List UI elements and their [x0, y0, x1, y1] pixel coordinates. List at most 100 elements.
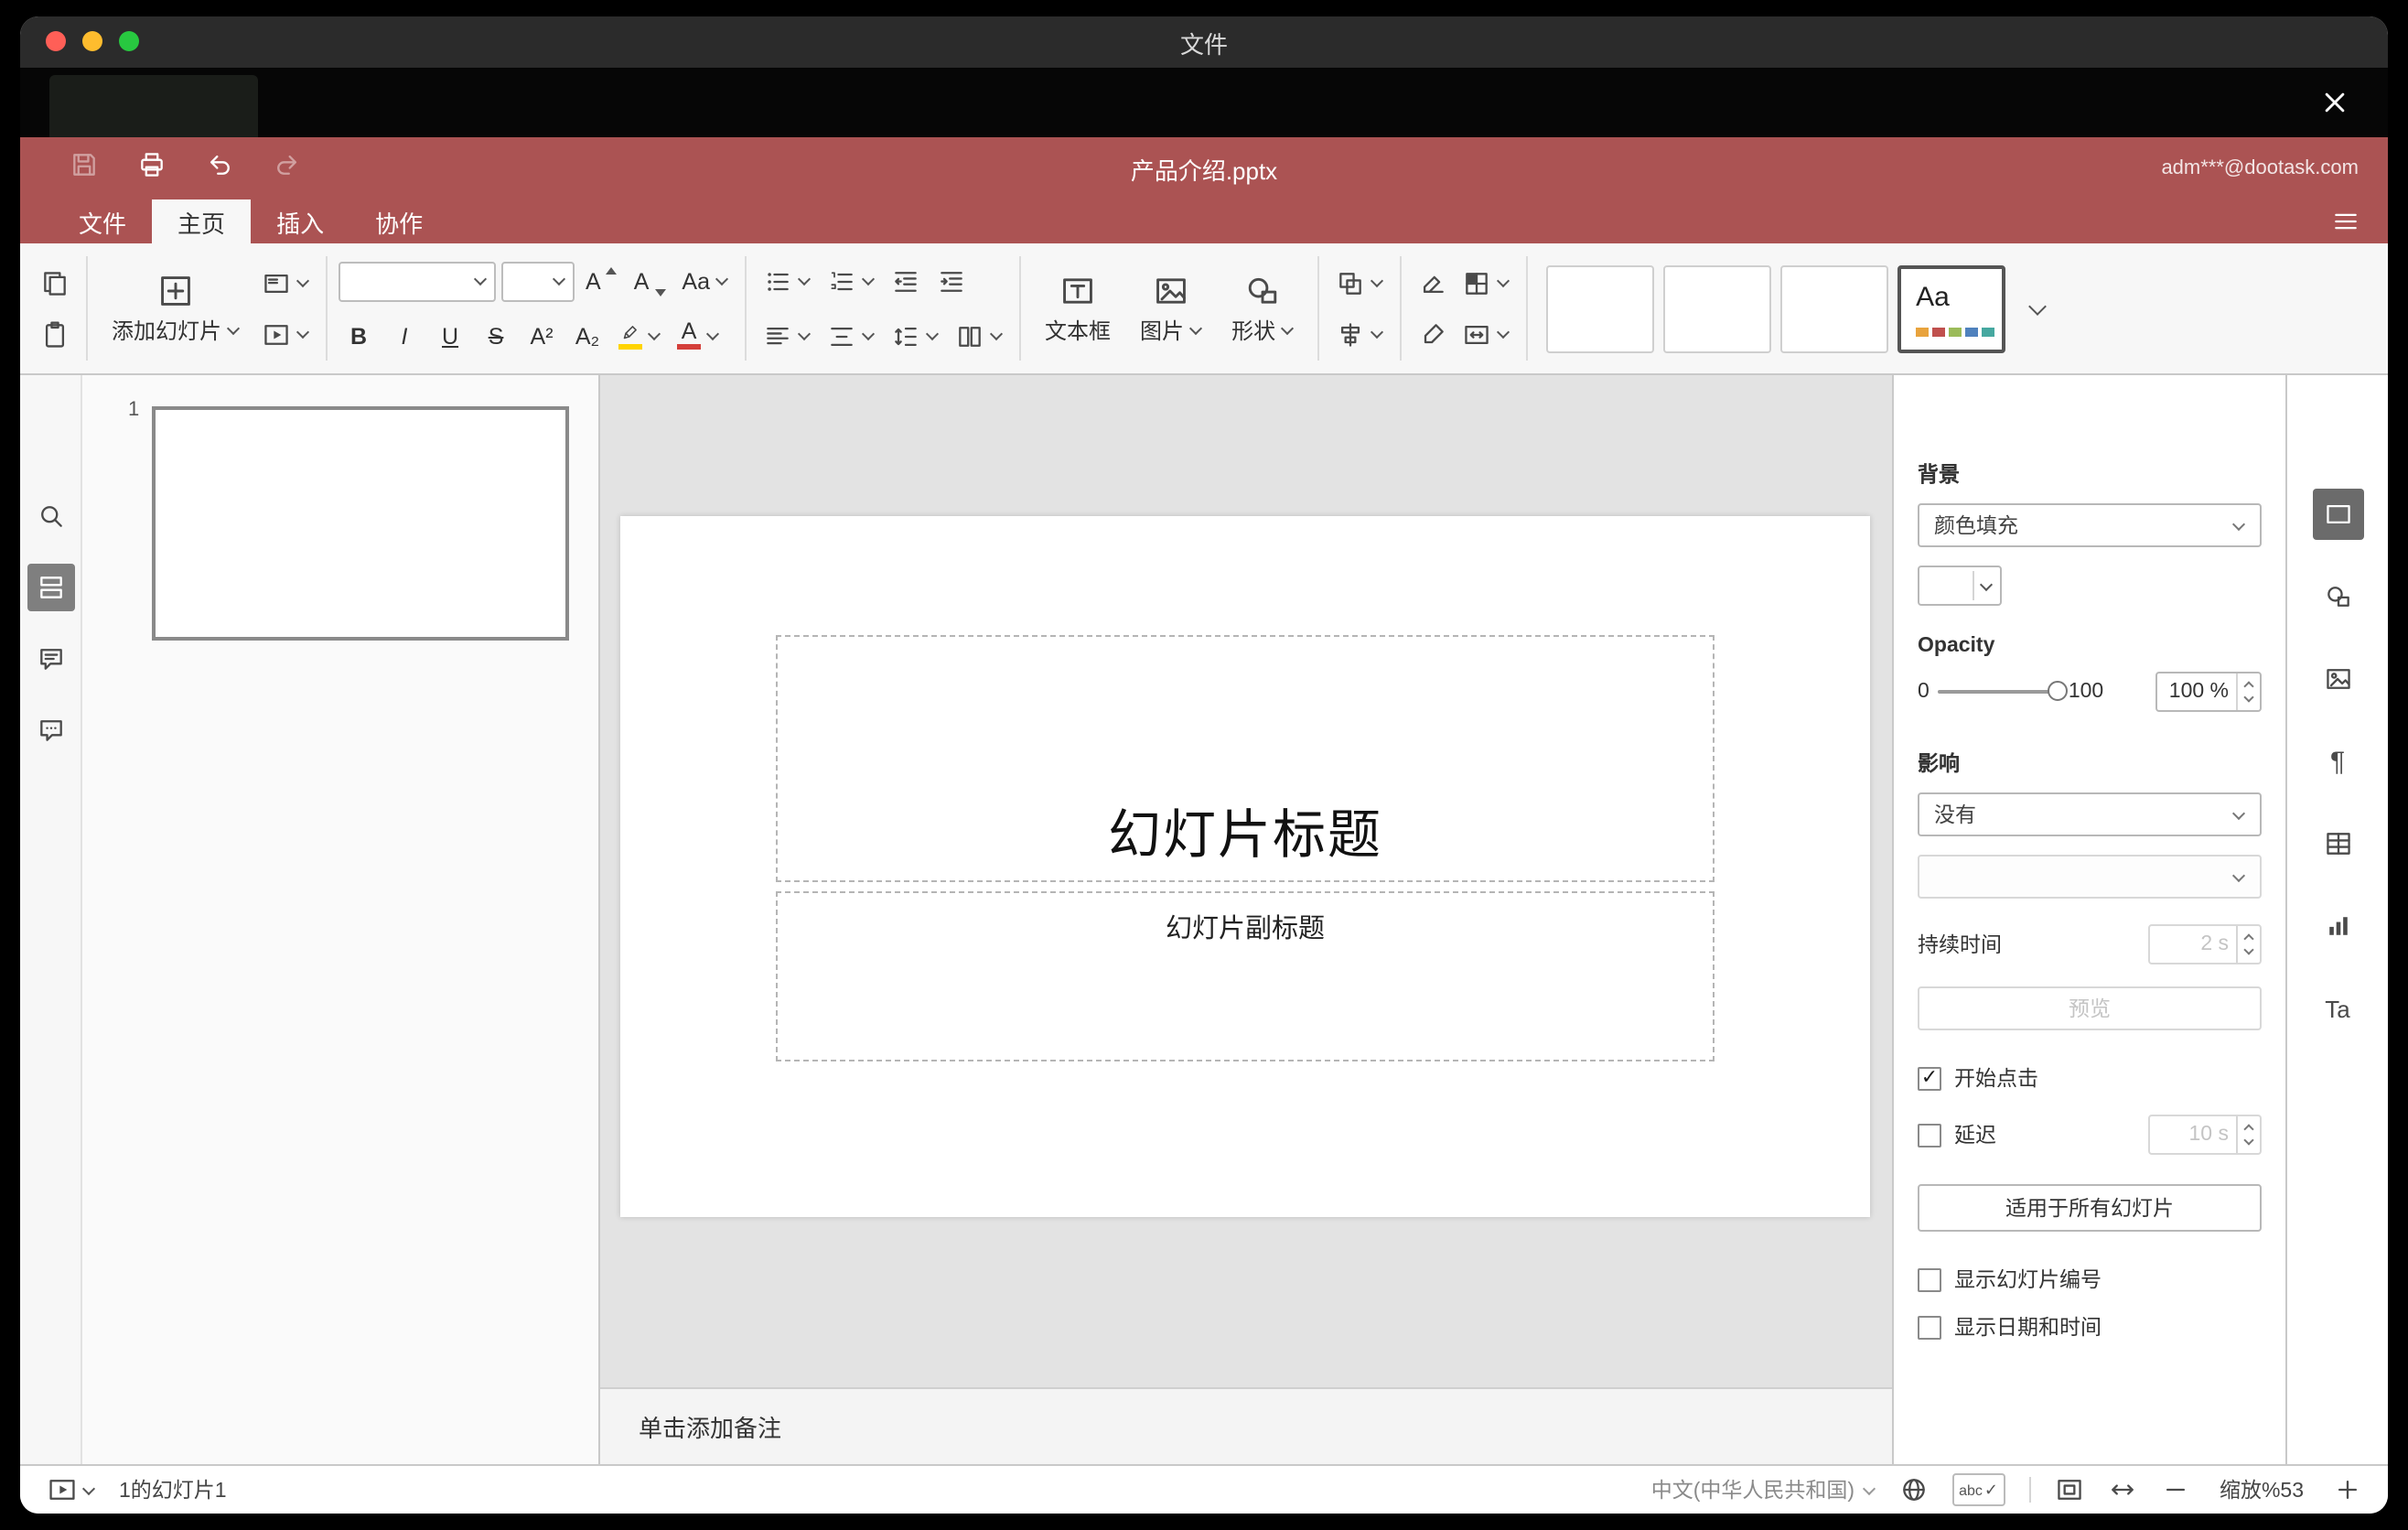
textart-settings-tab[interactable]: Ta [2312, 983, 2363, 1034]
slide-size-button[interactable] [1457, 312, 1515, 356]
close-button[interactable] [2318, 86, 2351, 119]
paragraph-settings-tab[interactable]: ¶ [2312, 736, 2363, 787]
slide-thumbnail[interactable] [152, 406, 569, 641]
highlight-color-button[interactable] [613, 314, 666, 358]
minimize-traffic-light[interactable] [82, 31, 102, 51]
show-slide-number-checkbox[interactable] [1918, 1267, 1941, 1291]
start-on-click-row[interactable]: ✓ 开始点击 [1918, 1063, 2262, 1093]
slides-panel-button[interactable] [27, 564, 74, 611]
opacity-slider-handle[interactable] [2048, 681, 2069, 701]
arrange-shape-button[interactable] [1330, 261, 1389, 305]
clear-style-button[interactable] [1413, 261, 1453, 305]
delay-spinner[interactable]: 10 s [2148, 1115, 2262, 1155]
delay-checkbox[interactable] [1918, 1123, 1941, 1147]
theme-tile[interactable] [1546, 264, 1655, 352]
font-size-combo[interactable] [501, 261, 575, 301]
insert-textbox-button[interactable]: 文本框 [1032, 268, 1123, 349]
bold-button[interactable]: B [339, 314, 379, 358]
print-button[interactable] [137, 149, 167, 188]
horizontal-align-button[interactable] [758, 314, 816, 358]
fit-width-button[interactable] [2108, 1475, 2137, 1504]
superscript-button[interactable]: A² [521, 314, 562, 358]
increase-font-size-button[interactable]: A [580, 259, 623, 303]
spinner-steppers[interactable] [2236, 1116, 2260, 1153]
opacity-slider[interactable] [1938, 681, 2069, 701]
start-slideshow-button[interactable] [256, 312, 315, 356]
preview-button[interactable]: 预览 [1918, 986, 2262, 1030]
chart-settings-tab[interactable] [2312, 900, 2363, 952]
show-date-time-row[interactable]: 显示日期和时间 [1918, 1312, 2262, 1341]
insert-shape-button[interactable]: 形状 [1219, 268, 1306, 349]
spinner-steppers[interactable] [2236, 673, 2260, 710]
fill-color-picker[interactable] [1918, 566, 2002, 606]
paste-button[interactable] [35, 312, 75, 356]
set-language-button[interactable] [1898, 1475, 1928, 1504]
theme-tile[interactable] [1663, 264, 1772, 352]
redo-button[interactable] [273, 149, 302, 188]
slide-layout-button[interactable] [256, 261, 315, 305]
theme-tile-selected[interactable]: Aa [1897, 264, 2006, 352]
feedback-panel-button[interactable] [27, 706, 74, 754]
strikethrough-button[interactable]: S [476, 314, 516, 358]
duration-spinner[interactable]: 2 s [2148, 924, 2262, 964]
font-color-button[interactable]: A [672, 314, 725, 358]
underline-button[interactable]: U [430, 314, 470, 358]
theme-gallery-expand-button[interactable] [2016, 286, 2057, 330]
italic-button[interactable]: I [384, 314, 425, 358]
comments-panel-button[interactable] [27, 635, 74, 683]
add-slide-button[interactable]: 添加幻灯片 [99, 268, 253, 349]
fullscreen-traffic-light[interactable] [119, 31, 139, 51]
slide-canvas[interactable]: 幻灯片标题 幻灯片副标题 [600, 375, 1892, 1387]
toolbar-menu-button[interactable] [2331, 207, 2360, 236]
tab-collaboration[interactable]: 协作 [349, 199, 448, 243]
shape-settings-tab[interactable] [2312, 571, 2363, 622]
notes-area[interactable]: 单击添加备注 [600, 1387, 1892, 1464]
font-name-combo[interactable] [339, 261, 497, 301]
slide-settings-tab[interactable] [2312, 489, 2363, 540]
decrease-font-size-button[interactable]: A [629, 259, 672, 303]
numbering-button[interactable] [822, 259, 880, 303]
table-settings-tab[interactable] [2312, 818, 2363, 869]
background-fill-select[interactable]: 颜色填充 [1918, 503, 2262, 547]
color-scheme-button[interactable] [1457, 261, 1515, 305]
close-traffic-light[interactable] [46, 31, 66, 51]
fit-slide-button[interactable] [2055, 1475, 2084, 1504]
image-settings-tab[interactable] [2312, 653, 2363, 705]
undo-button[interactable] [205, 149, 234, 188]
apply-to-all-button[interactable]: 适用于所有幻灯片 [1918, 1184, 2262, 1232]
show-date-time-checkbox[interactable] [1918, 1315, 1941, 1339]
spellcheck-button[interactable]: abc ✓ [1951, 1473, 2005, 1506]
copy-button[interactable] [35, 261, 75, 305]
subtitle-placeholder[interactable]: 幻灯片副标题 [776, 891, 1715, 1061]
line-spacing-button[interactable] [886, 314, 944, 358]
columns-button[interactable] [950, 314, 1008, 358]
insert-image-button[interactable]: 图片 [1127, 268, 1215, 349]
spinner-steppers[interactable] [2236, 926, 2260, 963]
subscript-button[interactable]: A₂ [567, 314, 607, 358]
zoom-out-button[interactable] [2161, 1475, 2190, 1504]
theme-tile[interactable] [1780, 264, 1889, 352]
slide-surface[interactable]: 幻灯片标题 幻灯片副标题 [620, 516, 1870, 1217]
start-slideshow-status-button[interactable] [42, 1468, 101, 1512]
language-selector[interactable]: 中文(中华人民共和国) [1651, 1475, 1876, 1504]
vertical-align-button[interactable] [822, 314, 880, 358]
copy-style-button[interactable] [1413, 312, 1453, 356]
tab-file[interactable]: 文件 [53, 199, 152, 243]
bullets-button[interactable] [758, 259, 816, 303]
save-button[interactable] [70, 149, 99, 188]
increase-indent-button[interactable] [931, 259, 972, 303]
title-placeholder[interactable]: 幻灯片标题 [776, 635, 1715, 882]
search-panel-button[interactable] [27, 492, 74, 540]
start-on-click-checkbox[interactable]: ✓ [1918, 1066, 1941, 1090]
align-shape-button[interactable] [1330, 312, 1389, 356]
delay-row[interactable]: 延迟 10 s [1918, 1115, 2262, 1155]
zoom-in-button[interactable] [2333, 1475, 2362, 1504]
effect-type-select[interactable] [1918, 855, 2262, 899]
opacity-spinner[interactable]: 100 % [2155, 672, 2262, 712]
decrease-indent-button[interactable] [886, 259, 926, 303]
tab-insert[interactable]: 插入 [251, 199, 349, 243]
change-case-button[interactable]: Aa [676, 259, 734, 303]
show-slide-number-row[interactable]: 显示幻灯片编号 [1918, 1265, 2262, 1294]
tab-home[interactable]: 主页 [152, 199, 252, 243]
effect-select[interactable]: 没有 [1918, 792, 2262, 836]
